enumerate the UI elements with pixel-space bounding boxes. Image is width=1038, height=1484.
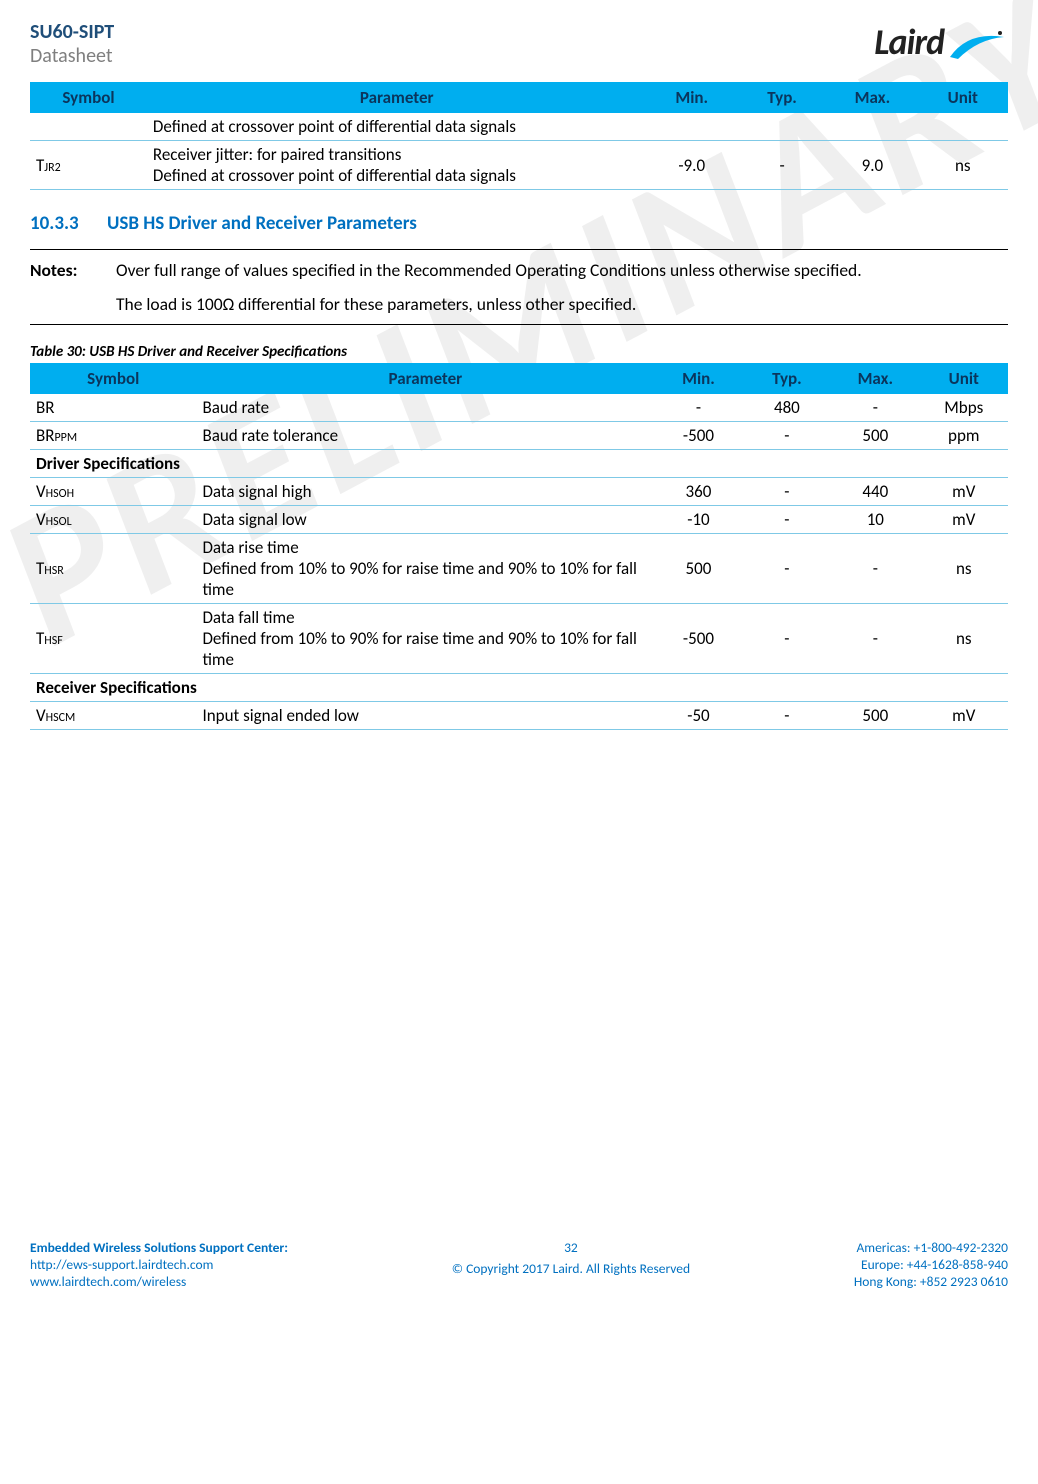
laird-logo: Laird — [874, 20, 1008, 64]
table-row: THSFData fall time Defined from 10% to 9… — [30, 604, 1008, 674]
cell-unit: ns — [918, 141, 1008, 190]
th-min: Min. — [647, 82, 737, 113]
cell-param: Input signal ended low — [196, 702, 654, 730]
section-row-label: Receiver Specifications — [30, 674, 1008, 702]
cell-unit: ns — [920, 534, 1008, 604]
cell-max: 10 — [831, 506, 919, 534]
th-min: Min. — [654, 363, 742, 394]
cell-max: - — [831, 534, 919, 604]
th-unit: Unit — [920, 363, 1008, 394]
cell-max: - — [831, 394, 919, 422]
cell-unit: ns — [920, 604, 1008, 674]
table-row: BRBaud rate-480-Mbps — [30, 394, 1008, 422]
cell-max: 500 — [831, 422, 919, 450]
cell-min: 360 — [654, 478, 742, 506]
logo-text: Laird — [874, 20, 944, 64]
cell-unit: mV — [920, 702, 1008, 730]
cell-min: 500 — [654, 534, 742, 604]
cell-max: - — [831, 604, 919, 674]
cell-param: Data fall time Defined from 10% to 90% f… — [196, 604, 654, 674]
table2-caption: Table 30: USB HS Driver and Receiver Spe… — [30, 343, 1008, 361]
cell-param: Baud rate — [196, 394, 654, 422]
logo-swoosh-icon — [948, 29, 1008, 55]
section-title: USB HS Driver and Receiver Parameters — [107, 212, 417, 235]
cell-symbol: VHSOL — [30, 506, 196, 534]
table-row: Receiver Specifications — [30, 674, 1008, 702]
spec-table-2: Symbol Parameter Min. Typ. Max. Unit BRB… — [30, 363, 1008, 730]
table-row: VHSOLData signal low-10-10mV — [30, 506, 1008, 534]
cell-symbol: BR — [30, 394, 196, 422]
cell-min: -10 — [654, 506, 742, 534]
cell-unit: mV — [920, 478, 1008, 506]
cell-param: Defined at crossover point of differenti… — [147, 113, 647, 141]
cell-typ: - — [743, 422, 831, 450]
cell-symbol-sub: JR2 — [44, 161, 60, 175]
cell-param: Baud rate tolerance — [196, 422, 654, 450]
cell-typ: - — [737, 141, 827, 190]
notes-p2: The load is 100Ω differential for these … — [116, 293, 862, 315]
spec-table-1: Symbol Parameter Min. Typ. Max. Unit Def… — [30, 82, 1008, 190]
notes-label: Notes: — [30, 259, 116, 315]
cell-typ: - — [743, 506, 831, 534]
cell-min: - — [654, 394, 742, 422]
cell-param: Data signal low — [196, 506, 654, 534]
cell-typ: - — [743, 604, 831, 674]
cell-symbol: THSF — [30, 604, 196, 674]
cell-symbol: BRPPM — [30, 422, 196, 450]
doc-title: SU60-SIPT — [30, 20, 114, 44]
cell-min: -9.0 — [647, 141, 737, 190]
page-header: SU60-SIPT Datasheet Laird — [30, 20, 1008, 68]
cell-symbol: VHSOH — [30, 478, 196, 506]
cell-symbol: VHSCM — [30, 702, 196, 730]
cell-typ: - — [743, 534, 831, 604]
cell-typ: - — [743, 478, 831, 506]
cell-unit: mV — [920, 506, 1008, 534]
cell-unit: Mbps — [920, 394, 1008, 422]
doc-subtitle: Datasheet — [30, 44, 114, 68]
cell-max: 440 — [831, 478, 919, 506]
cell-min: -500 — [654, 604, 742, 674]
cell-min: -50 — [654, 702, 742, 730]
section-heading: 10.3.3 USB HS Driver and Receiver Parame… — [30, 212, 1008, 235]
cell-typ: - — [743, 702, 831, 730]
th-symbol: Symbol — [30, 82, 147, 113]
cell-param: Data rise time Defined from 10% to 90% f… — [196, 534, 654, 604]
cell-param: Data signal high — [196, 478, 654, 506]
cell-max: 500 — [831, 702, 919, 730]
th-parameter: Parameter — [196, 363, 654, 394]
th-typ: Typ. — [737, 82, 827, 113]
table-row: VHSOHData signal high360-440mV — [30, 478, 1008, 506]
notes-p1: Over full range of values specified in t… — [116, 259, 862, 281]
cell-param: Receiver jitter: for paired transitions … — [147, 141, 647, 190]
table-row: TJR2 Receiver jitter: for paired transit… — [30, 141, 1008, 190]
th-typ: Typ. — [743, 363, 831, 394]
cell-max: 9.0 — [827, 141, 917, 190]
th-max: Max. — [831, 363, 919, 394]
cell-symbol: THSR — [30, 534, 196, 604]
notes-block: Notes: Over full range of values specifi… — [30, 249, 1008, 325]
table-row: BRPPMBaud rate tolerance-500-500ppm — [30, 422, 1008, 450]
table-row: VHSCMInput signal ended low-50-500mV — [30, 702, 1008, 730]
section-row-label: Driver Specifications — [30, 450, 1008, 478]
th-symbol: Symbol — [30, 363, 196, 394]
section-number: 10.3.3 — [30, 212, 79, 235]
th-unit: Unit — [918, 82, 1008, 113]
table-row: Defined at crossover point of differenti… — [30, 113, 1008, 141]
cell-unit: ppm — [920, 422, 1008, 450]
th-parameter: Parameter — [147, 82, 647, 113]
table-row: THSRData rise time Defined from 10% to 9… — [30, 534, 1008, 604]
cell-min: -500 — [654, 422, 742, 450]
th-max: Max. — [827, 82, 917, 113]
cell-typ: 480 — [743, 394, 831, 422]
table-row: Driver Specifications — [30, 450, 1008, 478]
